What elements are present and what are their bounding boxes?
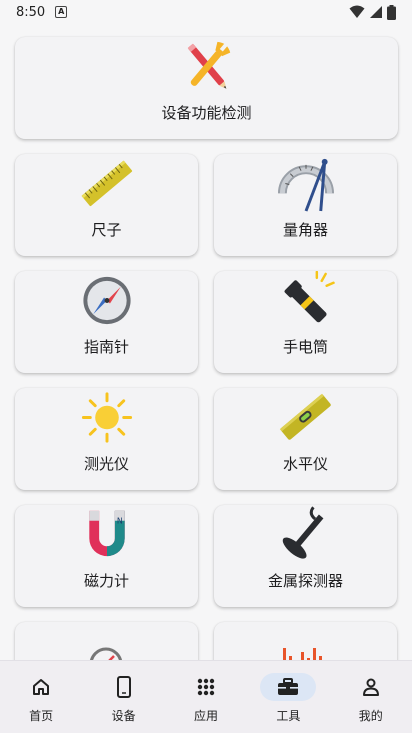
battery-icon bbox=[387, 4, 396, 20]
tool-label: 金属探测器 bbox=[267, 572, 343, 590]
protractor-icon bbox=[277, 158, 334, 212]
magnet-icon: N bbox=[88, 510, 125, 557]
grid-icon bbox=[197, 678, 215, 696]
toolbox-icon bbox=[278, 678, 299, 695]
nav-home[interactable]: 首页 bbox=[6, 661, 76, 724]
nav-label: 首页 bbox=[29, 709, 54, 723]
tool-label: 设备功能检测 bbox=[161, 104, 252, 122]
tool-card-metal-detector[interactable]: 金属探测器 bbox=[214, 505, 397, 607]
home-icon bbox=[33, 679, 50, 695]
tool-label: 尺子 bbox=[91, 221, 122, 239]
wifi-icon bbox=[349, 5, 365, 18]
tools-list[interactable]: 设备功能检测 尺子 量角器 指南针 手电筒 测光仪 水平仪 N 磁力计 金属探测… bbox=[0, 24, 412, 660]
tool-label: 指南针 bbox=[83, 338, 129, 356]
flashlight-icon bbox=[284, 271, 335, 323]
tool-card-device-check[interactable]: 设备功能检测 bbox=[15, 37, 398, 139]
signal-icon bbox=[370, 6, 382, 18]
nav-mine[interactable]: 我的 bbox=[336, 661, 406, 724]
nav-label: 工具 bbox=[276, 709, 301, 723]
wrench-pencil-icon bbox=[187, 41, 230, 89]
tool-card-level[interactable]: 水平仪 bbox=[214, 388, 397, 490]
phone-icon bbox=[116, 676, 131, 698]
tool-label: 水平仪 bbox=[282, 455, 328, 473]
tool-label: 磁力计 bbox=[83, 572, 129, 590]
nav-label: 应用 bbox=[193, 709, 218, 723]
tool-label: 量角器 bbox=[282, 221, 328, 239]
tool-card-sound[interactable] bbox=[214, 622, 397, 660]
bottom-nav: 首页 设备 应用 工具 我的 bbox=[0, 660, 412, 733]
tool-card-light-meter[interactable]: 测光仪 bbox=[15, 388, 198, 490]
tool-label: 手电筒 bbox=[282, 338, 328, 356]
svg-text:N: N bbox=[116, 517, 122, 526]
tool-card-flashlight[interactable]: 手电筒 bbox=[214, 271, 397, 373]
nav-apps[interactable]: 应用 bbox=[171, 661, 241, 724]
tool-card-protractor[interactable]: 量角器 bbox=[214, 154, 397, 256]
nav-active-indicator bbox=[260, 673, 317, 701]
compass-icon bbox=[82, 276, 131, 325]
tool-card-compass[interactable]: 指南针 bbox=[15, 271, 198, 373]
ruler-icon bbox=[80, 160, 132, 207]
a-notification-icon: A bbox=[55, 6, 68, 18]
nav-device[interactable]: 设备 bbox=[89, 661, 159, 724]
sound-bars-icon bbox=[283, 648, 322, 660]
nav-tools[interactable]: 工具 bbox=[253, 661, 323, 724]
status-bar: 8:50 A bbox=[0, 0, 412, 24]
person-icon bbox=[362, 678, 379, 696]
nav-label: 我的 bbox=[358, 709, 383, 723]
tool-card-ruler[interactable]: 尺子 bbox=[15, 154, 198, 256]
tool-label: 测光仪 bbox=[83, 455, 129, 473]
spirit-level-icon bbox=[279, 393, 331, 440]
tool-card-speed[interactable] bbox=[15, 622, 198, 660]
status-time: 8:50 bbox=[16, 4, 46, 20]
metal-detector-icon bbox=[282, 506, 323, 559]
tool-card-magnetometer[interactable]: N 磁力计 bbox=[15, 505, 198, 607]
gauge-icon bbox=[89, 647, 123, 660]
sun-icon bbox=[81, 392, 132, 443]
nav-label: 设备 bbox=[111, 709, 136, 723]
